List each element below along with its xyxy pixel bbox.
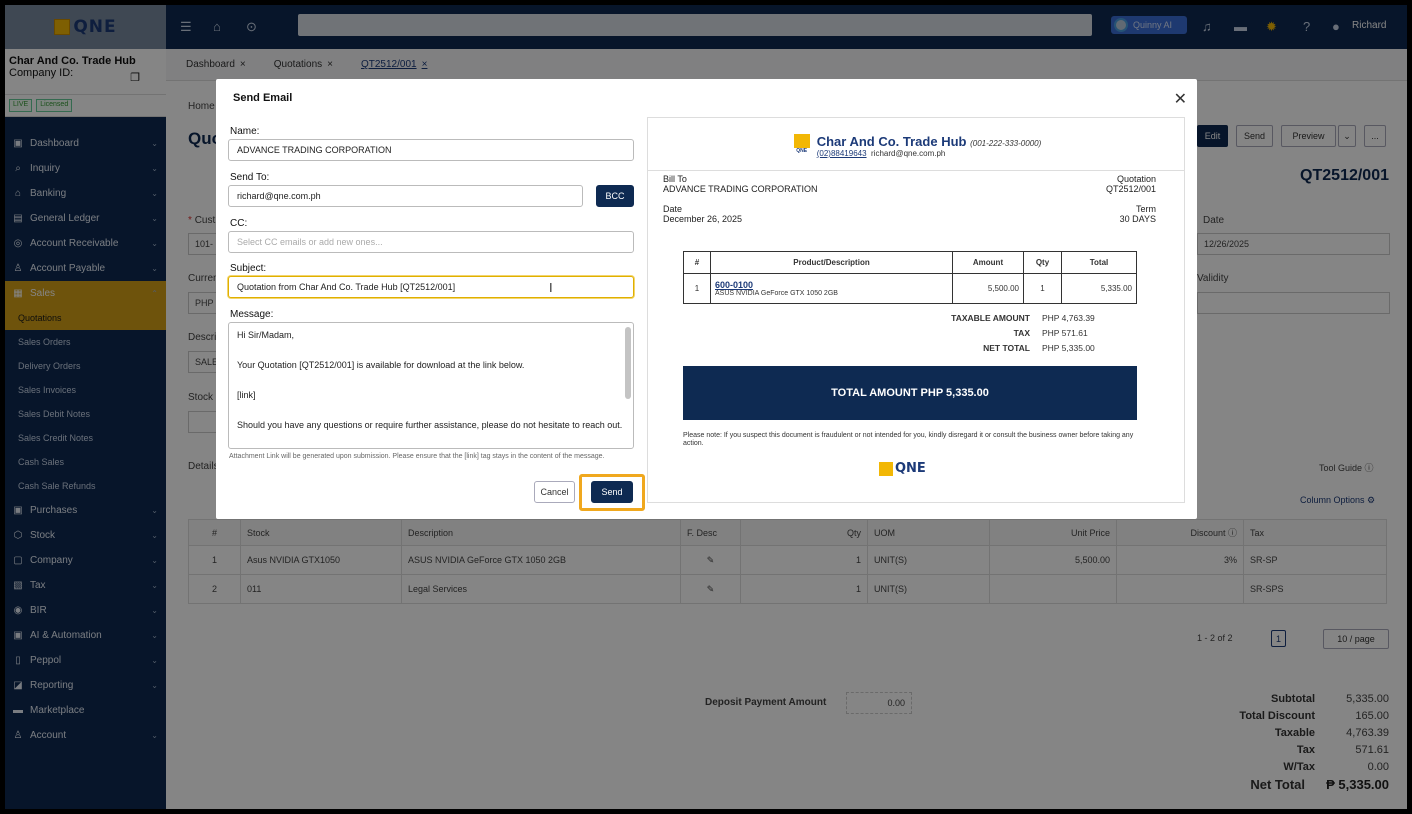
date-block: Date December 26, 2025 <box>663 204 742 224</box>
date-value: December 26, 2025 <box>663 214 743 224</box>
date-label: Date <box>663 204 683 214</box>
message-label: Message: <box>230 309 274 320</box>
company-phone: (02)88419643 <box>816 149 867 158</box>
doc-type: Quotation <box>1116 174 1156 184</box>
cell: 5,335.00 <box>1061 273 1137 304</box>
fraud-note: Please note: If you suspect this documen… <box>683 432 1134 447</box>
modal-title: Send Email <box>233 92 293 104</box>
send-button[interactable]: Send <box>591 481 633 503</box>
footer-logo: QNE <box>879 461 926 476</box>
quotation-preview: QNE Char And Co. Trade Hub (001-222-333-… <box>647 117 1185 503</box>
divider <box>648 170 1184 171</box>
summary-value: PHP 571.61 <box>1042 328 1088 338</box>
col-header: Amount <box>952 251 1024 274</box>
preview-items-table: # Product/Description Amount Qty Total 1… <box>683 251 1137 304</box>
bill-to-label: Bill To <box>663 174 687 184</box>
summary-row: TAXABLE AMOUNT PHP 4,763.39 <box>908 311 1095 326</box>
company-logo: QNE <box>793 134 811 156</box>
app-window: QNE Char And Co. Trade Hub Company ID: ❐… <box>0 0 1412 814</box>
product-desc: ASUS NVIDIA GeForce GTX 1050 2GB <box>715 290 838 297</box>
summary-label: TAXABLE AMOUNT <box>951 313 1030 323</box>
col-header: Product/Description <box>710 251 953 274</box>
term-value: 30 DAYS <box>1119 214 1156 224</box>
cell: 1 <box>1023 273 1062 304</box>
preview-header: QNE Char And Co. Trade Hub (001-222-333-… <box>648 134 1184 158</box>
logo-mark-icon <box>793 134 810 148</box>
bill-to-value: ADVANCE TRADING CORPORATION <box>663 184 818 194</box>
summary-value: PHP 5,335.00 <box>1042 343 1095 353</box>
subject-value: Quotation from Char And Co. Trade Hub [Q… <box>237 282 456 292</box>
total-amount-banner: TOTAL AMOUNT PHP 5,335.00 <box>683 366 1137 420</box>
company-contact: (02)88419643 richard@qne.com.ph <box>817 149 1042 158</box>
close-icon[interactable]: ✕ <box>1174 89 1187 109</box>
scrollbar[interactable] <box>625 327 631 399</box>
col-header: Qty <box>1023 251 1062 274</box>
summary-row: TAX PHP 571.61 <box>908 326 1095 341</box>
cancel-button[interactable]: Cancel <box>534 481 575 503</box>
product-code: 600-0100 <box>715 280 754 290</box>
subject-label: Subject: <box>230 263 267 274</box>
term-block: Term 30 DAYS <box>1120 204 1156 224</box>
logo-text: QNE <box>796 148 808 154</box>
preview-row: 1 600-0100 ASUS NVIDIA GeForce GTX 1050 2… <box>683 273 1137 304</box>
summary-row: NET TOTAL PHP 5,335.00 <box>908 341 1095 356</box>
company-tin: (001-222-333-0000) <box>970 139 1042 148</box>
doc-number: QT2512/001 <box>1105 184 1156 194</box>
logo-mark-icon <box>879 461 893 476</box>
company-block: Char And Co. Trade Hub (001-222-333-0000… <box>817 134 1042 158</box>
preview-company: Char And Co. Trade Hub (001-222-333-0000… <box>817 134 1042 149</box>
message-line: Hi Sir/Madam, <box>237 330 295 340</box>
summary-label: TAX <box>1013 328 1030 338</box>
cell: 600-0100 ASUS NVIDIA GeForce GTX 1050 2GB <box>710 273 953 304</box>
text-cursor-icon: I <box>549 280 553 295</box>
doc-type-block: Quotation QT2512/001 <box>1106 174 1156 194</box>
col-header: Total <box>1061 251 1137 274</box>
col-header: # <box>683 251 711 274</box>
cc-field[interactable]: Select CC emails or add new ones... <box>228 231 634 253</box>
company-name: Char And Co. Trade Hub <box>816 134 967 149</box>
message-line: Your Quotation [QT2512/001] is available… <box>237 360 525 370</box>
preview-summary: TAXABLE AMOUNT PHP 4,763.39 TAX PHP 571.61… <box>908 311 1095 356</box>
message-textarea[interactable]: Hi Sir/Madam, Your Quotation [QT2512/001… <box>228 322 634 449</box>
send-to-label: Send To: <box>230 172 270 183</box>
summary-value: PHP 4,763.39 <box>1042 313 1095 323</box>
cell: 1 <box>683 273 711 304</box>
term-label: Term <box>1136 204 1156 214</box>
summary-label: NET TOTAL <box>983 343 1030 353</box>
subject-field[interactable]: Quotation from Char And Co. Trade Hub [Q… <box>228 276 634 298</box>
name-label: Name: <box>230 126 260 137</box>
message-line: [link] <box>237 390 256 400</box>
company-email: richard@qne.com.ph <box>871 149 946 158</box>
bill-to-block: Bill To ADVANCE TRADING CORPORATION <box>663 174 818 194</box>
send-to-field[interactable]: richard@qne.com.ph <box>228 185 583 207</box>
logo-text: QNE <box>895 461 926 476</box>
bcc-button[interactable]: BCC <box>596 185 634 207</box>
message-line: Should you have any questions or require… <box>237 420 623 430</box>
preview-header-row: # Product/Description Amount Qty Total <box>683 251 1137 274</box>
send-email-modal: Send Email ✕ Name: ADVANCE TRADING CORPO… <box>216 79 1197 519</box>
cell: 5,500.00 <box>952 273 1024 304</box>
attachment-note: Attachment Link will be generated upon s… <box>229 453 605 460</box>
cc-label: CC: <box>230 218 248 229</box>
name-field[interactable]: ADVANCE TRADING CORPORATION <box>228 139 634 161</box>
